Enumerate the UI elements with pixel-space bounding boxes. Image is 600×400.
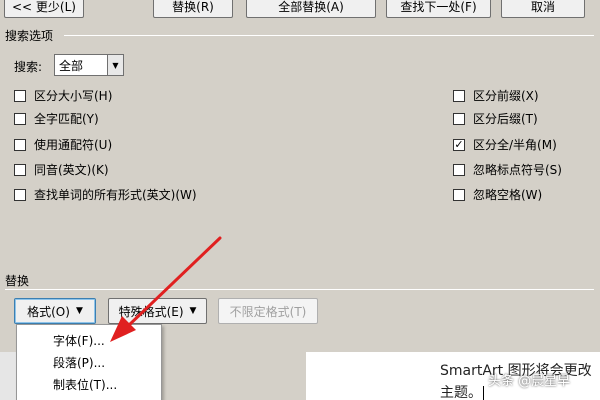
annotation-arrow [110, 236, 222, 342]
annotation-arrow-head [110, 316, 136, 342]
watermark: 头条 @晨星早 [488, 374, 571, 389]
annotation-arrow-shaft [126, 236, 222, 328]
